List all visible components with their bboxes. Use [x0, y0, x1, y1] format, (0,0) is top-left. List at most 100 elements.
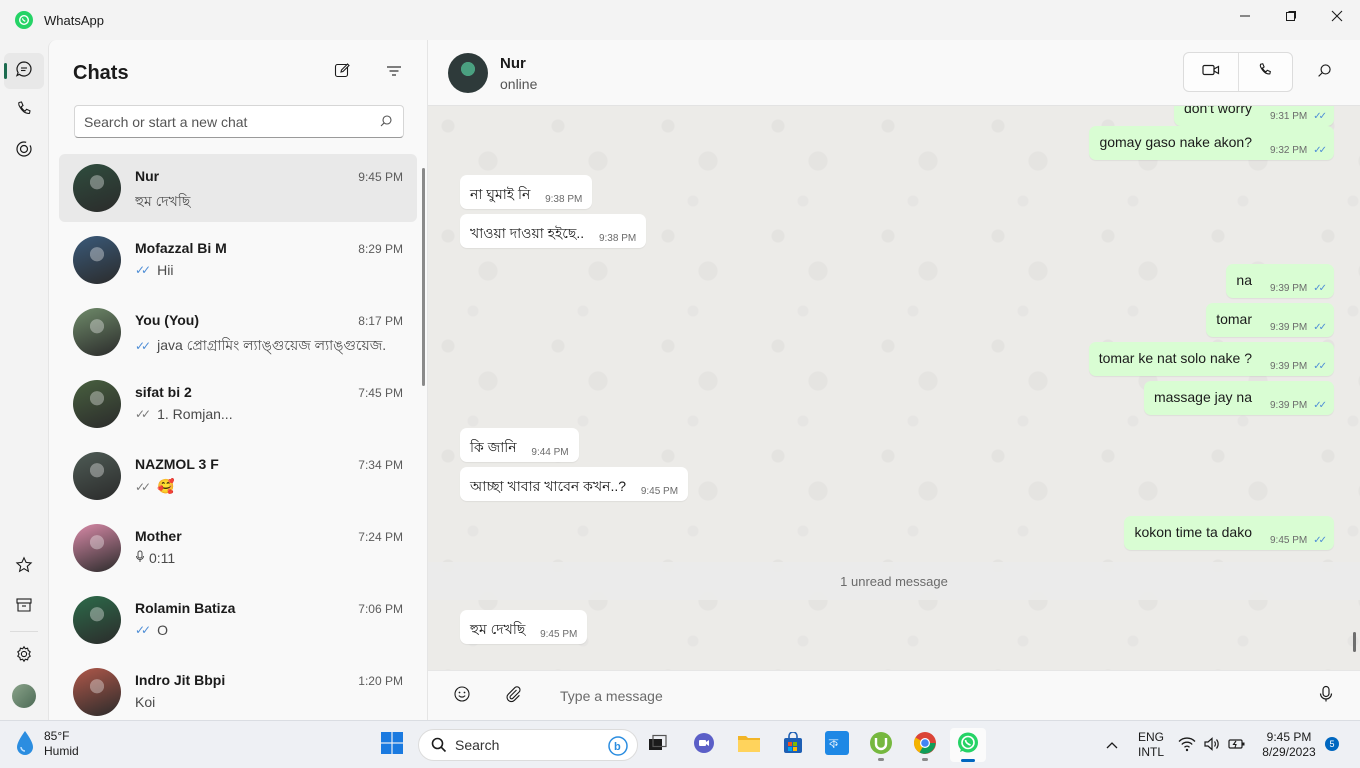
- chat-list-item[interactable]: Nur 9:45 PM হুম দেখছি: [59, 154, 417, 222]
- maximize-button[interactable]: [1268, 0, 1314, 32]
- emoji-button[interactable]: [446, 680, 478, 712]
- message-input[interactable]: [560, 683, 1300, 709]
- incoming-message[interactable]: না ঘুমাই নি 9:38 PM: [460, 175, 593, 209]
- raindrop-icon: [14, 729, 36, 762]
- message-text: কি জানি: [470, 439, 517, 455]
- new-chat-button[interactable]: [326, 57, 358, 89]
- weather-widget[interactable]: 85°F Humid: [14, 729, 79, 762]
- microsoft-store-button[interactable]: [775, 728, 811, 762]
- chat-time: 1:20 PM: [358, 674, 403, 688]
- incoming-message[interactable]: কি জানি 9:44 PM: [460, 428, 579, 462]
- chat-time: 7:06 PM: [358, 602, 403, 616]
- outgoing-message[interactable]: kokon time ta dako 9:45 PM ✓✓: [1124, 516, 1334, 550]
- rail-active-indicator: [4, 63, 7, 79]
- chat-preview: হুম দেখছি: [135, 190, 385, 214]
- filter-icon: [386, 63, 402, 84]
- close-button[interactable]: [1314, 0, 1360, 32]
- taskbar-search-label: Search: [455, 737, 500, 753]
- emoji-icon: [453, 685, 471, 708]
- outgoing-message[interactable]: na 9:39 PM ✓✓: [1226, 264, 1334, 298]
- message-time: 9:31 PM: [1269, 111, 1308, 122]
- keyboard-layout: INTL: [1137, 745, 1164, 759]
- read-receipt-icon: ✓✓: [135, 263, 151, 277]
- chat-avatar: [73, 524, 121, 572]
- chat-preview-text: O: [157, 622, 168, 638]
- chat-list: Nur 9:45 PM হুম দেখছি Mofazzal Bi M 8:29 PM ✓…: [59, 154, 419, 720]
- rail-status-button[interactable]: [4, 133, 44, 169]
- video-call-button[interactable]: [1184, 53, 1238, 91]
- running-indicator: [878, 758, 884, 761]
- incoming-message[interactable]: আচ্ছা খাবার খাবেন কখন..? 9:45 PM: [460, 467, 689, 501]
- teams-chat-button[interactable]: [686, 728, 722, 762]
- chat-camera-icon: [693, 732, 715, 759]
- rail-chats-button[interactable]: [4, 53, 44, 89]
- chat-name: Mofazzal Bi M: [135, 240, 227, 256]
- chat-list-scrollbar[interactable]: [422, 168, 425, 386]
- chat-time: 8:29 PM: [358, 242, 403, 256]
- notification-count-badge[interactable]: 5: [1325, 737, 1339, 751]
- contact-name[interactable]: Nur: [500, 55, 526, 72]
- store-bag-icon: [782, 730, 804, 759]
- chat-search-input[interactable]: [84, 113, 374, 130]
- chat-name: sifat bi 2: [135, 384, 192, 400]
- start-button[interactable]: [374, 728, 410, 762]
- message-scrollbar[interactable]: [1353, 632, 1356, 652]
- chrome-button[interactable]: [907, 728, 943, 762]
- microphone-icon: [1318, 685, 1334, 708]
- contact-avatar[interactable]: [448, 53, 488, 93]
- taskbar-search-box[interactable]: Search b: [418, 729, 638, 761]
- chat-list-item[interactable]: Rolamin Batiza 7:06 PM ✓✓ O: [59, 586, 417, 654]
- message-time: 9:38 PM: [545, 194, 583, 205]
- system-tray-status[interactable]: [1178, 736, 1246, 757]
- minimize-button[interactable]: [1222, 0, 1268, 32]
- voice-message-button[interactable]: [1310, 680, 1342, 712]
- chat-avatar: [73, 668, 121, 716]
- search-in-chat-button[interactable]: [1308, 57, 1340, 89]
- phone-icon: [1257, 62, 1273, 83]
- chat-avatar: [73, 236, 121, 284]
- chat-search-box[interactable]: [74, 105, 404, 138]
- file-explorer-button[interactable]: [731, 728, 767, 762]
- incoming-message[interactable]: হুম দেখছি 9:45 PM: [460, 610, 588, 644]
- utorrent-button[interactable]: [863, 728, 899, 762]
- chat-list-item[interactable]: Mother 7:24 PM 0:11: [59, 514, 417, 582]
- outgoing-message[interactable]: massage jay na 9:39 PM ✓✓: [1143, 381, 1334, 415]
- chat-list-item[interactable]: You (You) 8:17 PM ✓✓ java প্রোগ্রামিং ল্যাঙ…: [59, 298, 417, 366]
- chat-name: NAZMOL 3 F: [135, 456, 219, 472]
- rail-calls-button[interactable]: [4, 93, 44, 129]
- read-receipt-icon: ✓✓: [1313, 111, 1327, 122]
- chat-list-item[interactable]: sifat bi 2 7:45 PM ✓✓ 1. Romjan...: [59, 370, 417, 438]
- unread-label: 1 unread message: [840, 573, 948, 589]
- chat-list-item[interactable]: Mofazzal Bi M 8:29 PM ✓✓ Hii: [59, 226, 417, 294]
- input-language-indicator[interactable]: ENG INTL: [1134, 730, 1168, 760]
- message-timestamp: 9:39 PM ✓✓: [1270, 322, 1327, 333]
- message-text: খাওয়া দাওয়া হইছে..: [470, 225, 585, 241]
- battery-charging-icon: [1228, 736, 1246, 757]
- filter-chats-button[interactable]: [378, 57, 410, 89]
- incoming-message[interactable]: খাওয়া দাওয়া হইছে.. 9:38 PM: [460, 214, 647, 248]
- show-hidden-icons-button[interactable]: [1094, 728, 1130, 762]
- task-view-button[interactable]: [640, 728, 676, 762]
- outgoing-message[interactable]: don't worry 9:31 PM ✓✓: [1173, 106, 1334, 126]
- rail-starred-button[interactable]: [4, 549, 44, 585]
- rail-archived-button[interactable]: [4, 589, 44, 625]
- message-text: আচ্ছা খাবার খাবেন কখন..?: [470, 478, 627, 494]
- outgoing-message[interactable]: tomar 9:39 PM ✓✓: [1206, 303, 1334, 337]
- chat-name: Nur: [135, 168, 160, 184]
- outgoing-message[interactable]: tomar ke nat solo nake ? 9:39 PM ✓✓: [1088, 342, 1334, 376]
- chat-list-item[interactable]: Indro Jit Bbpi 1:20 PM Koi: [59, 658, 417, 720]
- clock-area[interactable]: 9:45 PM 8/29/2023: [1256, 730, 1322, 760]
- message-time: 9:45 PM: [540, 629, 578, 640]
- voice-call-button[interactable]: [1238, 53, 1292, 91]
- rail-settings-button[interactable]: [4, 638, 44, 674]
- conversation-header: Nur online: [428, 40, 1360, 106]
- chat-list-item[interactable]: NAZMOL 3 F 7:34 PM ✓✓ 🥰: [59, 442, 417, 510]
- message-time: 9:39 PM: [1269, 283, 1308, 294]
- message-composer: [428, 670, 1360, 720]
- profile-avatar[interactable]: [12, 684, 36, 708]
- attach-button[interactable]: [497, 680, 529, 712]
- whatsapp-taskbar-button[interactable]: [950, 728, 986, 762]
- bangla-keyboard-button[interactable]: ক: [819, 728, 855, 762]
- outgoing-message[interactable]: gomay gaso nake akon? 9:32 PM ✓✓: [1089, 126, 1334, 160]
- message-text: na: [1236, 272, 1252, 288]
